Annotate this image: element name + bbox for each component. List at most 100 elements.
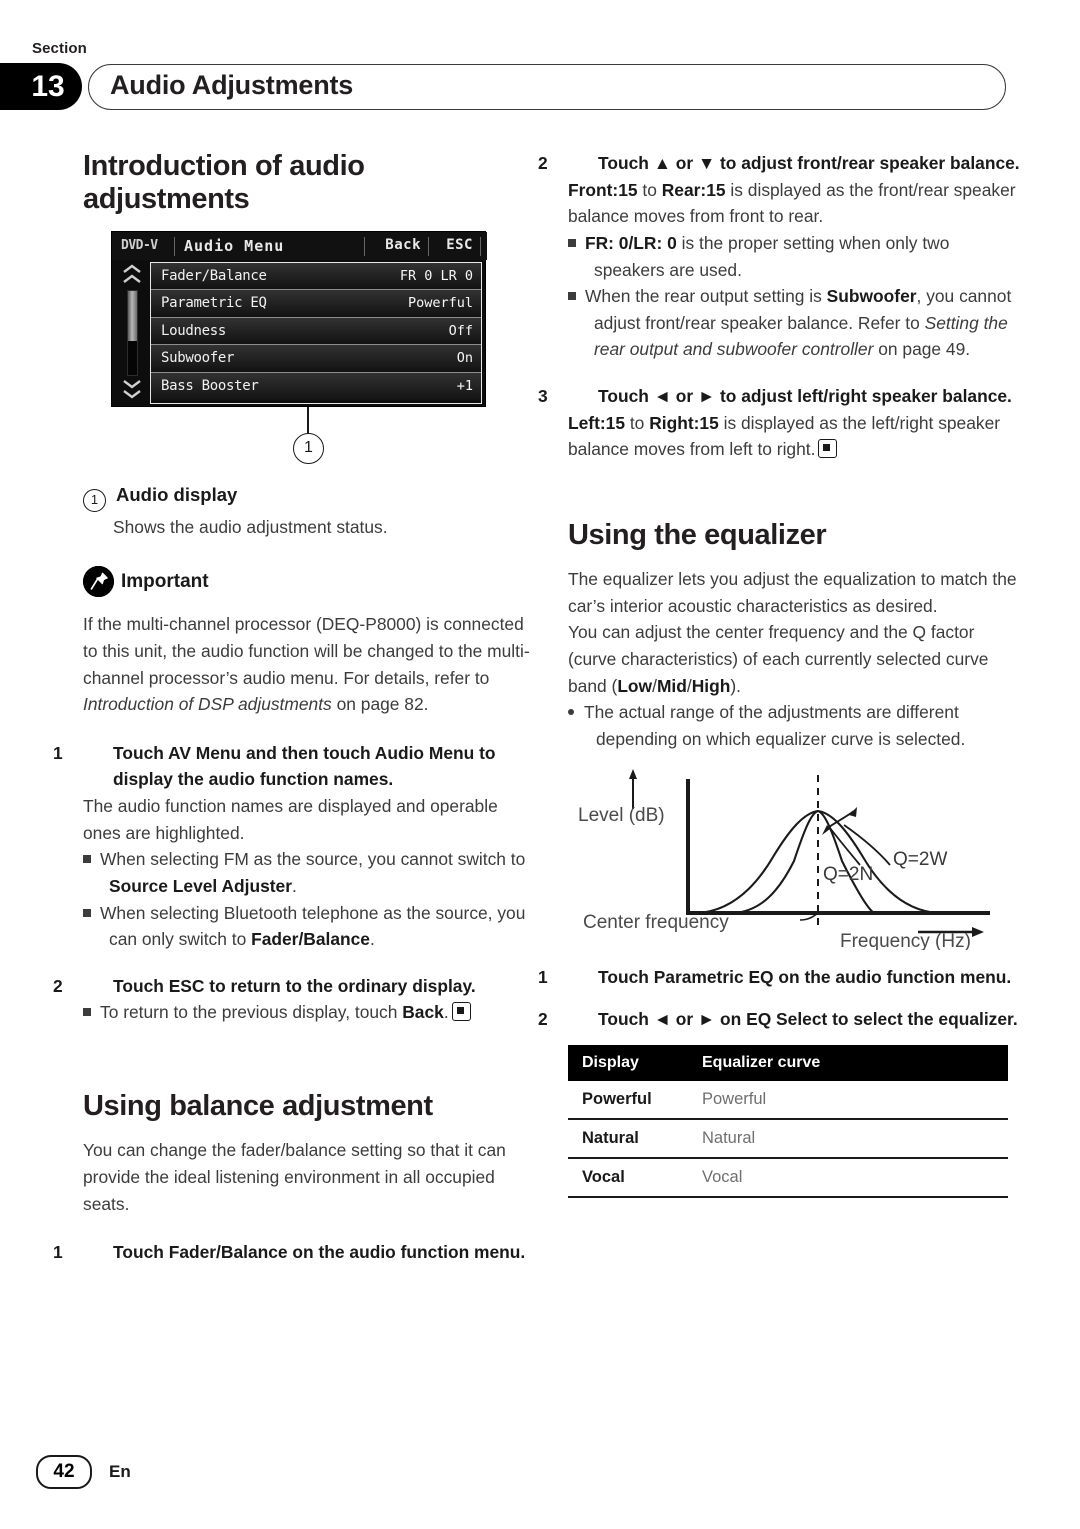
rstep-2-text: Touch ▲ or ▼ to adjust front/rear speake… (598, 153, 1020, 173)
rstep3-to: to (625, 412, 650, 433)
heading-balance-adjustment: Using balance adjustment (83, 1090, 433, 1123)
balance-body: You can change the fader/balance setting… (83, 1140, 506, 1214)
lcd-item-value: Powerful (407, 295, 473, 312)
equalizer-body-2: You can adjust the center frequency and … (568, 619, 1023, 699)
bullet-square-icon (568, 292, 576, 301)
note-2-bold: Fader/Balance (251, 929, 370, 950)
lcd-divider-3 (428, 236, 429, 256)
column-header-display: Display (568, 1044, 688, 1081)
step-1-text: Touch AV Menu and then touch Audio Menu … (113, 742, 496, 790)
band-low: Low (617, 675, 653, 696)
right-column: 2 Touch ▲ or ▼ to adjust front/rear speak… (538, 150, 1023, 1198)
chevron-up-icon[interactable] (122, 264, 142, 273)
step-2-note-bold: Back (402, 1002, 444, 1023)
cell-curve: Powerful (688, 1080, 1008, 1120)
table-header-row: Display Equalizer curve (568, 1044, 1008, 1081)
lcd-scrollbar[interactable] (116, 262, 148, 404)
chevron-down-icon[interactable] (122, 379, 142, 389)
lcd-divider-1 (174, 236, 175, 256)
heading-using-equalizer: Using the equalizer (568, 518, 827, 551)
rstep-3-number: 3 (538, 386, 548, 406)
note-1-text-c: . (291, 875, 297, 896)
rnote-2-a: When the rear output setting is (585, 286, 827, 307)
important-text-b: on page 82. (331, 694, 429, 715)
step-2-number: 2 (53, 975, 63, 996)
lcd-source-label: DVD-V (121, 237, 158, 253)
lcd-back-button[interactable]: Back (385, 237, 421, 253)
lcd-menu-item[interactable]: Subwoofer On (151, 345, 481, 374)
important-text-italic: Introduction of DSP adjustments (83, 694, 332, 715)
lcd-esc-button[interactable]: ESC (446, 237, 473, 253)
callout-marker: 1 (83, 488, 106, 512)
svg-text:Level (dB): Level (dB) (578, 805, 665, 826)
note-2-text-c: . (369, 929, 375, 950)
step-1-left: 1 Touch AV Menu and then touch Audio Menu… (53, 740, 538, 793)
lcd-menu-item[interactable]: Fader/Balance FR 0 LR 0 (151, 262, 481, 291)
scrollbar-thumb[interactable] (128, 290, 137, 341)
rstep-2-body: Front:15 to Rear:15 is displayed as the … (568, 177, 1023, 230)
scrollbar-track[interactable] (127, 289, 138, 376)
equalizer-bullet-text: The actual range of the adjustments are … (584, 702, 966, 749)
important-paragraph: If the multi-channel processor (DEQ-P800… (83, 611, 538, 718)
equalizer-curve-table: Display Equalizer curve Powerful Powerfu… (568, 1044, 1008, 1198)
bullet-square-icon (568, 238, 576, 247)
lcd-menu-list: Fader/Balance FR 0 LR 0 Parametric EQ Po… (150, 261, 482, 404)
step-2-note-a: To return to the previous display, touch (100, 1002, 403, 1023)
svg-text:Frequency (Hz): Frequency (Hz) (840, 931, 971, 950)
heading-introduction: Introduction of audio adjustments (83, 150, 365, 216)
step-1-number: 1 (53, 742, 63, 763)
page-number: 42 (36, 1455, 92, 1489)
step-3-right: 3 Touch ◄ or ► to adjust left/right speak… (538, 383, 1023, 410)
fr-lr-value: FR: 0/LR: 0 (585, 232, 677, 253)
lcd-menu-item[interactable]: Parametric EQ Powerful (151, 290, 481, 318)
bullet-square-icon (83, 855, 91, 864)
lcd-menu-item[interactable]: Bass Booster +1 (151, 373, 481, 401)
rear-value: Rear:15 (661, 179, 726, 200)
lcd-item-value: +1 (456, 378, 473, 395)
eq-step-2: 2 Touch ◄ or ► on EQ Select to select the… (538, 1006, 1023, 1033)
section-label: Section (32, 40, 87, 57)
lcd-divider-4 (480, 236, 481, 256)
eq-step-1-number: 1 (538, 966, 548, 987)
rstep-3-body: Left:15 to Right:15 is displayed as the … (568, 410, 1023, 463)
lcd-item-value: On (456, 350, 473, 367)
section-number-badge: 13 (0, 63, 82, 110)
note-1-text-a: When selecting FM as the source, you can… (100, 849, 526, 870)
chevron-down-icon-2[interactable] (122, 389, 142, 399)
lcd-menu-item[interactable]: Loudness Off (151, 317, 481, 346)
balance-step-1: 1 Touch Fader/Balance on the audio functi… (53, 1239, 538, 1266)
cell-display: Powerful (568, 1080, 688, 1120)
callout-description: Shows the audio adjustment status. (113, 516, 388, 537)
svg-text:Q=2W: Q=2W (893, 849, 947, 870)
svg-text:Q=2N: Q=2N (823, 864, 873, 885)
callout-leader-line (307, 406, 309, 435)
bullet-square-icon (83, 1008, 91, 1017)
page-title: Audio Adjustments (110, 70, 354, 100)
important-text-a: If the multi-channel processor (DEQ-P800… (83, 614, 530, 688)
page-footer: 42 En (36, 1455, 131, 1489)
step-2-left: 2 Touch ESC to return to the ordinary dis… (53, 973, 538, 1000)
lcd-item-value: FR 0 LR 0 (399, 267, 473, 284)
rstep-2-note-2: When the rear output setting is Subwoofe… (568, 283, 1023, 363)
table-row: Powerful Powerful (568, 1080, 1008, 1120)
left-value: Left:15 (568, 412, 626, 433)
column-header-equalizer-curve: Equalizer curve (688, 1044, 1008, 1081)
cell-curve: Natural (688, 1118, 1008, 1159)
rstep-2-note-1: FR: 0/LR: 0 is the proper setting when o… (568, 230, 1023, 283)
eq-step-2-number: 2 (538, 1009, 548, 1030)
audio-display-figure: DVD-V Audio Menu Back ESC Fader/Balance … (111, 230, 487, 464)
bullet-square-icon (83, 908, 91, 917)
end-of-section-icon (451, 1002, 471, 1022)
rnote-2-d: on page 49. (873, 339, 971, 360)
band-mid: Mid (656, 675, 687, 696)
eq-step-1-text: Touch Parametric EQ on the audio functio… (598, 966, 1012, 987)
balance-step-1-number: 1 (53, 1242, 63, 1263)
lcd-item-name: Parametric EQ (161, 295, 267, 312)
rnote-2-bold: Subwoofer (826, 286, 917, 307)
lcd-divider-2 (364, 236, 365, 256)
manual-page: Section 13 Audio Adjustments Introductio… (0, 0, 1080, 1529)
chevron-up-icon-2[interactable] (122, 274, 142, 283)
equalizer-bullet-1: The actual range of the adjustments are … (568, 699, 1023, 752)
eq-body2-b: ). (730, 675, 741, 696)
important-label: Important (121, 570, 209, 592)
